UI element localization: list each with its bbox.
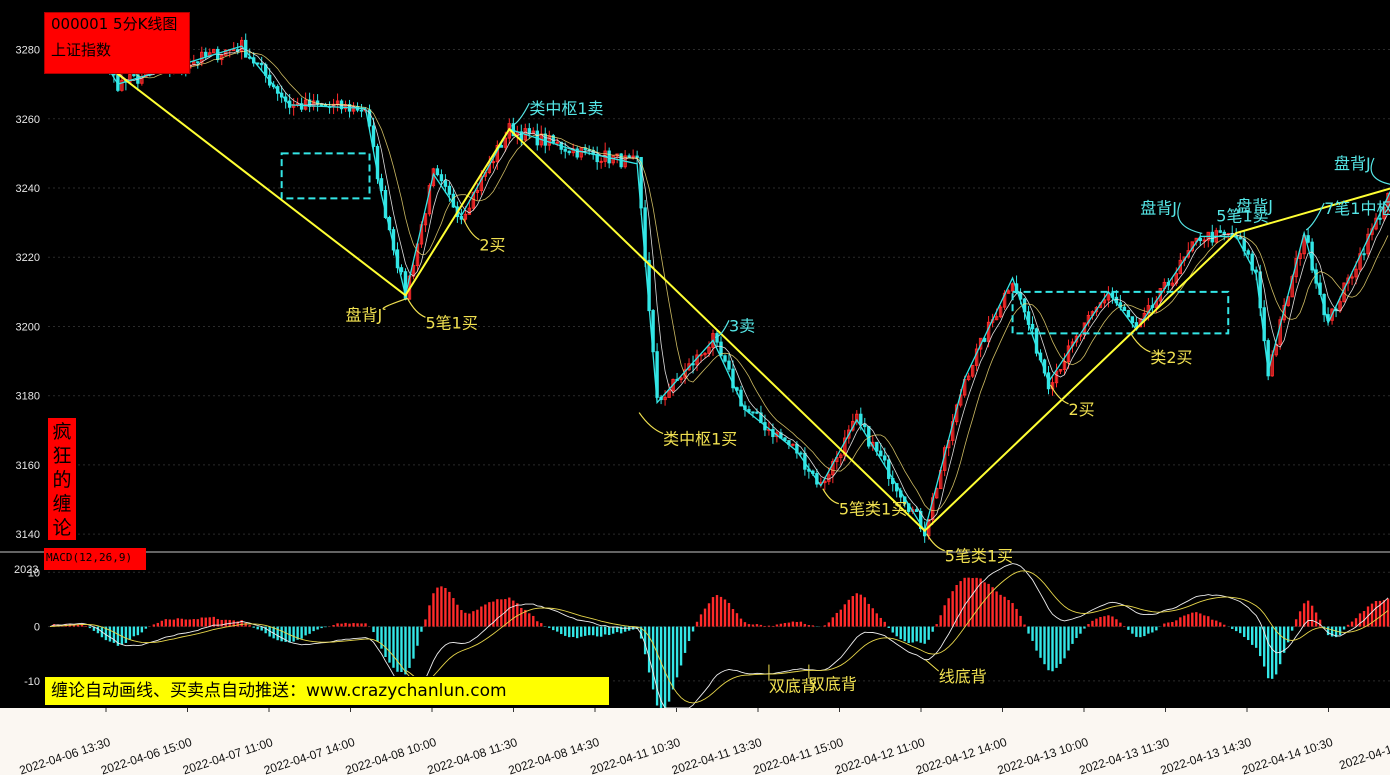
candle-body: [232, 49, 236, 52]
price-tick-label: 3180: [16, 391, 40, 403]
candle-body: [755, 411, 759, 414]
candle-body: [543, 133, 547, 146]
candle-body: [915, 509, 919, 512]
candle-body: [244, 39, 248, 58]
candle-body: [715, 333, 719, 343]
candle-body: [599, 160, 603, 163]
price-tick-label: 3280: [16, 45, 40, 57]
candle-body: [1362, 253, 1366, 256]
candle-body: [439, 174, 444, 182]
candle-body: [259, 62, 264, 66]
candle-body: [723, 355, 727, 362]
price-tick-label: 3260: [16, 114, 40, 126]
price-tick-label: 3240: [16, 183, 40, 195]
annotation-label: 5笔1买: [425, 313, 477, 332]
candle-body: [631, 155, 635, 158]
candle-body: [727, 360, 731, 370]
candle-body: [751, 411, 755, 414]
chart-code-title: 000001 5分K线图: [51, 15, 178, 33]
candle-body: [875, 441, 879, 452]
macd-top-label: 2023: [14, 564, 38, 576]
candle-body: [1218, 230, 1222, 233]
kline-chart[interactable]: 31403160318032003220324032603280-1001020…: [0, 0, 1390, 775]
candle-body: [295, 103, 300, 106]
candle-body: [359, 109, 364, 112]
side-char: 疯: [52, 421, 72, 443]
candle-body: [867, 426, 871, 447]
candle-body: [1134, 322, 1139, 328]
macd-annotation-label: 双底背: [809, 675, 857, 694]
candle-body: [883, 455, 887, 461]
candle-body: [1130, 316, 1135, 324]
candle-body: [371, 125, 376, 147]
candle-body: [799, 452, 803, 455]
annotation-label: 类中枢1买: [663, 430, 737, 449]
candle-body: [435, 168, 440, 176]
annotation-label: 盘背J: [345, 305, 382, 324]
candle-body: [1210, 231, 1214, 243]
side-char: 缠: [52, 493, 72, 515]
candle-body: [1122, 306, 1127, 312]
chart-title-box: 000001 5分K线图 上证指数: [44, 12, 190, 74]
annotation-label: 类中枢1卖: [529, 99, 603, 118]
candle-body: [563, 148, 567, 152]
candle-body: [491, 161, 496, 164]
annotation-label: 2买: [479, 236, 505, 255]
side-char: 的: [52, 469, 72, 491]
chart-index-name: 上证指数: [51, 41, 112, 59]
candle-body: [459, 216, 464, 220]
candle-body: [635, 155, 639, 158]
side-char: 论: [52, 517, 72, 539]
promo-banner[interactable]: 缠论自动画线、买卖点自动推送：www.crazychanlun.com: [44, 676, 610, 706]
annotation-label: 3卖: [729, 316, 755, 335]
candle-body: [204, 51, 208, 57]
annotation-label: 盘背J: [1236, 196, 1273, 215]
price-tick-label: 3200: [16, 321, 40, 333]
candle-body: [627, 155, 631, 158]
candle-body: [887, 459, 891, 479]
candle-body: [399, 267, 404, 273]
price-tick-label: 3160: [16, 460, 40, 472]
macd-tick-label: 0: [34, 622, 40, 634]
candle-body: [1202, 239, 1206, 242]
annotation-label: 5笔类1买: [839, 500, 907, 519]
annotation-label: 盘背J: [1140, 198, 1177, 217]
macd-label: MACD(12,26,9): [44, 548, 146, 570]
candle-body: [567, 150, 571, 154]
candle-body: [1126, 310, 1131, 318]
candle-body: [196, 61, 200, 64]
candle-body: [1378, 217, 1382, 220]
macd-annotation-label: 线底背: [939, 667, 987, 686]
candle-body: [1306, 235, 1310, 243]
annotation-label: 盘背J: [1334, 154, 1371, 173]
price-tick-label: 3140: [16, 529, 40, 541]
candle-body: [132, 74, 136, 77]
candle-body: [1238, 236, 1242, 240]
candle-body: [527, 128, 531, 135]
macd-tick-label: -10: [24, 676, 40, 688]
candle-body: [791, 443, 795, 446]
candle-body: [1246, 250, 1250, 255]
side-char: 狂: [52, 445, 72, 467]
candle-body: [859, 413, 863, 425]
candle-body: [443, 180, 448, 187]
price-tick-label: 3220: [16, 252, 40, 264]
candle-body: [1030, 323, 1035, 330]
candle-body: [447, 185, 452, 195]
annotation-label: 2买: [1069, 400, 1095, 419]
candle-body: [879, 450, 883, 457]
annotation-label: 5笔类1买: [945, 547, 1013, 566]
side-label-box: 疯 狂 的 缠 论: [48, 418, 76, 540]
annotation-label: 7笔1中枢1卖: [1324, 199, 1390, 218]
annotation-label: 类2买: [1150, 348, 1192, 367]
candle-body: [555, 141, 559, 144]
